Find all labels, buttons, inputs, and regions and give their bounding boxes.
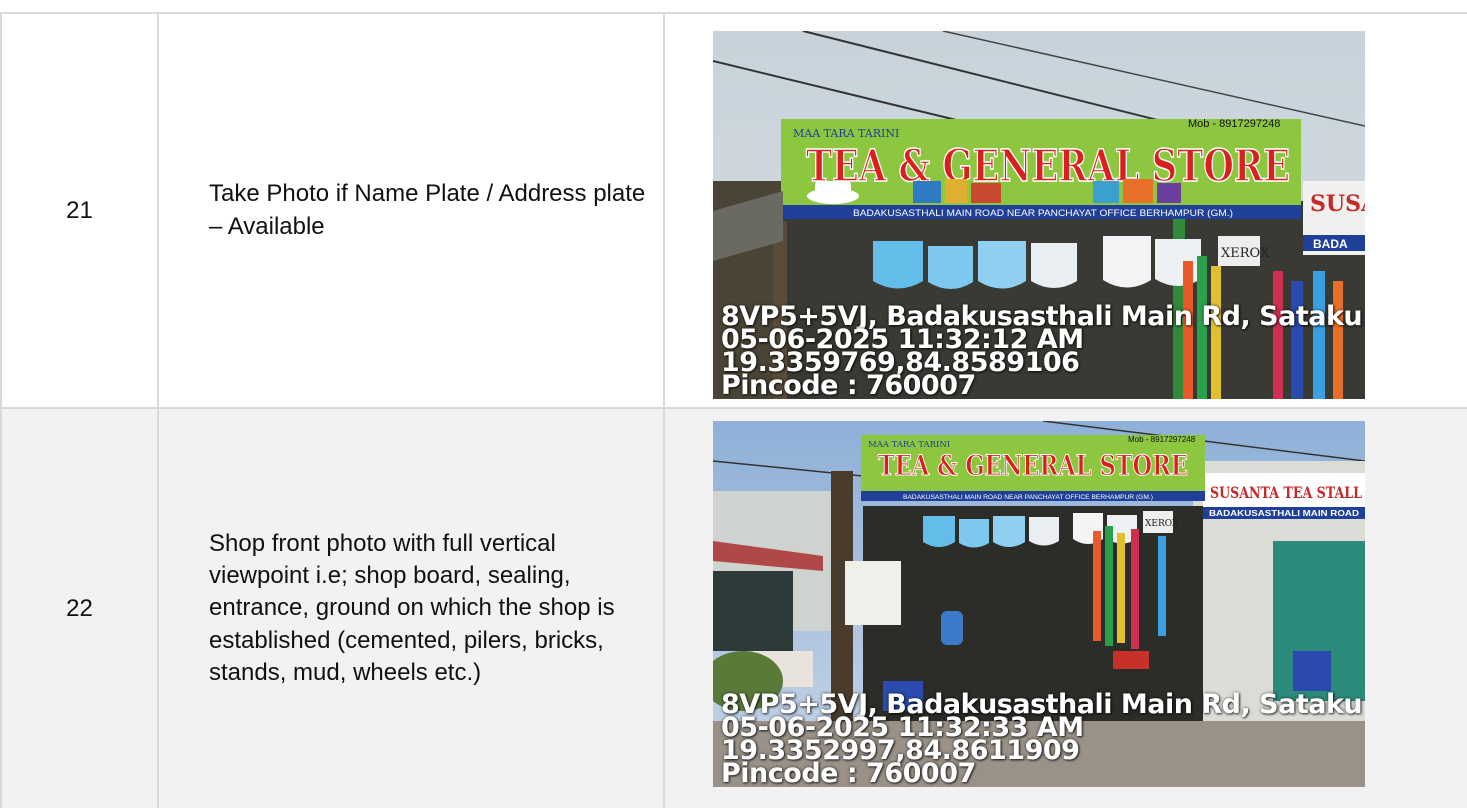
sign-mobile: Mob - 8917297248 — [1128, 435, 1196, 444]
row-description: Take Photo if Name Plate / Address plate… — [157, 12, 665, 409]
sign-top-left: MAA TARA TARINI — [793, 127, 899, 140]
sign-mobile: Mob - 8917297248 — [1188, 118, 1280, 130]
row-description: Shop front photo with full vertical view… — [157, 407, 665, 808]
geo-stamp: 8VP5+5VJ, Badakusasthali Main Rd, Sataku… — [721, 691, 1363, 787]
row-number: 21 — [0, 12, 159, 409]
sign-address: BADAKUSASTHALI MAIN ROAD NEAR PANCHAYAT … — [853, 208, 1233, 219]
side-sign: SUSA — [1310, 191, 1365, 217]
photo-cell: MAA TARA TARINI Mob - 8917297248 TEA & G… — [663, 12, 1467, 409]
xerox-label: XEROX — [1221, 246, 1270, 261]
sign-address: BADAKUSASTHALI MAIN ROAD NEAR PANCHAYAT … — [903, 494, 1153, 501]
xerox-label: XEROX — [1145, 519, 1179, 529]
row-number: 22 — [0, 407, 159, 808]
side-sign-sub: BADAKUSASTHALI MAIN ROAD — [1209, 508, 1359, 518]
shop-front-photo: SUSANTA TEA STALL BADAKUSASTHALI MAIN RO… — [713, 421, 1365, 787]
document-page: 21 Take Photo if Name Plate / Address pl… — [0, 0, 1467, 808]
table-row: 22 Shop front photo with full vertical v… — [0, 407, 1467, 808]
side-sign: SUSANTA TEA STALL — [1210, 483, 1362, 502]
checklist-table: 21 Take Photo if Name Plate / Address pl… — [0, 12, 1467, 808]
sign-title: TEA & GENERAL STORE — [806, 141, 1290, 192]
table-row: 21 Take Photo if Name Plate / Address pl… — [0, 12, 1467, 409]
geo-stamp: 8VP5+5VJ, Badakusasthali Main Rd, Sataku… — [721, 303, 1363, 399]
name-plate-photo: MAA TARA TARINI Mob - 8917297248 TEA & G… — [713, 31, 1365, 399]
side-sign-sub: BADA — [1313, 237, 1348, 251]
sign-title: TEA & GENERAL STORE — [878, 449, 1188, 482]
photo-cell: SUSANTA TEA STALL BADAKUSASTHALI MAIN RO… — [663, 407, 1467, 808]
